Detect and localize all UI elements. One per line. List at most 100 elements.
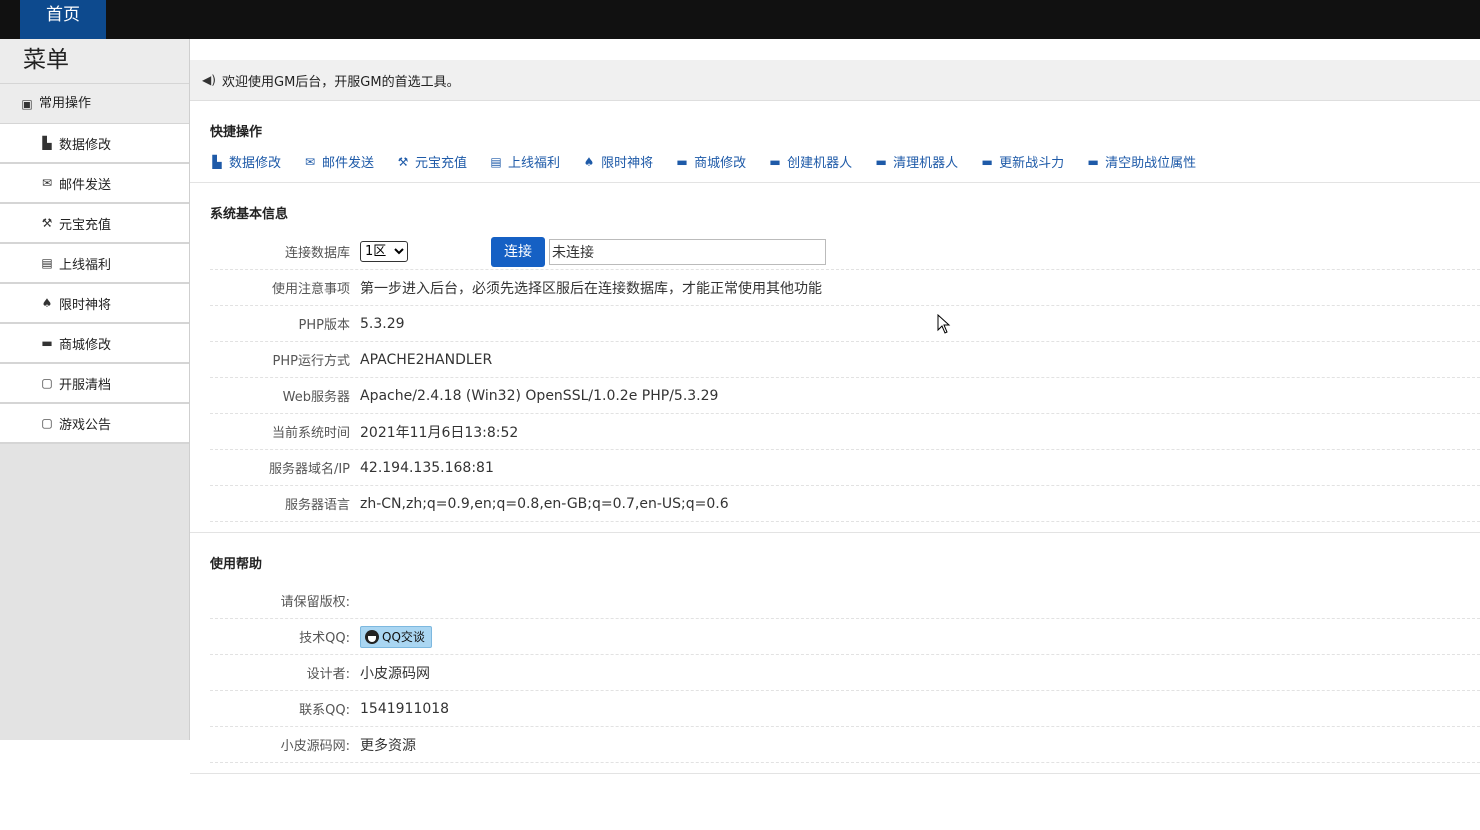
more-resources-link[interactable]: 更多资源 xyxy=(360,735,416,755)
info-value: 42.194.135.168:81 xyxy=(360,459,494,476)
qq-chat-button[interactable]: QQ交谈 xyxy=(360,625,432,648)
db-connect-row: 连接数据库 1区 连接 xyxy=(210,234,1480,270)
chart-icon: ▙ xyxy=(42,136,52,150)
quick-link-limited-general[interactable]: ♠ 限时神将 xyxy=(582,152,654,172)
sidebar-item-label: 元宝充值 xyxy=(59,217,112,233)
zone-select[interactable]: 1区 xyxy=(360,241,408,262)
info-value: Apache/2.4.18 (Win32) OpenSSL/1.0.2e PHP… xyxy=(360,387,719,404)
info-label: 服务器域名/IP xyxy=(268,462,350,477)
divider xyxy=(190,532,1480,533)
quick-actions-bar: ▙ 数据修改 ✉ 邮件发送 ⚒ 元宝充值 ▤ 上线福利 ♠ 限时神将 ▬ 商城修… xyxy=(210,152,1197,172)
folder-icon: ▬ xyxy=(769,154,781,169)
envelope-icon: ✉ xyxy=(304,154,316,169)
welcome-notice: ◀) 欢迎使用GM后台，开服GM的首选工具。 xyxy=(190,60,1480,101)
quick-link-label: 清空助战位属性 xyxy=(1105,156,1197,171)
divider xyxy=(190,182,1480,183)
info-value: zh-CN,zh;q=0.9,en;q=0.8,en-GB;q=0.7,en-U… xyxy=(360,495,729,512)
quick-link-label: 上线福利 xyxy=(508,156,561,171)
info-label: Web服务器 xyxy=(282,390,350,405)
file-icon: ▢ xyxy=(41,416,53,430)
speaker-icon: ◀) xyxy=(202,73,216,87)
help-row-designer: 设计者: 小皮源码网 xyxy=(210,655,1480,691)
help-label: 联系QQ: xyxy=(299,703,350,718)
quick-link-recharge[interactable]: ⚒ 元宝充值 xyxy=(396,152,468,172)
folder-icon: ▬ xyxy=(676,154,688,169)
list-icon: ▤ xyxy=(41,256,53,270)
sidebar-item-label: 商城修改 xyxy=(59,337,112,353)
help-row-contact: 联系QQ: 1541911018 xyxy=(210,691,1480,727)
sidebar-item-online-bonus[interactable]: ▤ 上线福利 xyxy=(0,244,189,284)
menu-group-label: 常用操作 xyxy=(39,95,92,111)
mouse-cursor-icon xyxy=(937,314,951,334)
quick-link-create-robot[interactable]: ▬ 创建机器人 xyxy=(768,152,852,172)
info-label: PHP运行方式 xyxy=(272,354,350,369)
home-tab[interactable]: 首页 xyxy=(20,0,106,39)
sidebar-item-server-wipe[interactable]: ▢ 开服清档 xyxy=(0,364,189,404)
help-label: 技术QQ: xyxy=(299,631,350,646)
folder-icon: ▬ xyxy=(875,154,887,169)
main-content: ◀) 欢迎使用GM后台，开服GM的首选工具。 快捷操作 ▙ 数据修改 ✉ 邮件发… xyxy=(190,39,1480,830)
info-row: Web服务器 Apache/2.4.18 (Win32) OpenSSL/1.0… xyxy=(210,378,1480,414)
quick-link-label: 邮件发送 xyxy=(322,156,375,171)
quick-link-label: 商城修改 xyxy=(694,156,747,171)
contact-qq-value: 1541911018 xyxy=(360,700,450,717)
sidebar-item-data-edit[interactable]: ▙ 数据修改 xyxy=(0,124,189,164)
sidebar-item-mail[interactable]: ✉ 邮件发送 xyxy=(0,164,189,204)
info-value: 2021年11月6日13:8:52 xyxy=(360,424,519,441)
sidebar-item-label: 上线福利 xyxy=(59,257,112,273)
quick-link-label: 数据修改 xyxy=(229,156,282,171)
info-value: APACHE2HANDLER xyxy=(360,351,493,368)
chart-icon: ▙ xyxy=(212,154,222,169)
help-label: 请保留版权: xyxy=(280,595,350,610)
quick-link-online-bonus[interactable]: ▤ 上线福利 xyxy=(489,152,561,172)
info-label: 服务器语言 xyxy=(284,498,350,513)
sidebar-item-label: 游戏公告 xyxy=(59,417,112,433)
notice-text: 欢迎使用GM后台，开服GM的首选工具。 xyxy=(222,74,460,90)
info-row: 服务器域名/IP 42.194.135.168:81 xyxy=(210,450,1480,486)
help-row-site: 小皮源码网: 更多资源 xyxy=(210,727,1480,763)
quick-link-update-power[interactable]: ▬ 更新战斗力 xyxy=(980,152,1065,172)
menu-group-common[interactable]: ▣ 常用操作 xyxy=(0,84,189,124)
qq-chat-label: QQ交谈 xyxy=(382,630,425,644)
connection-status-field[interactable] xyxy=(549,239,826,265)
info-row: PHP版本 5.3.29 xyxy=(210,306,1480,342)
quick-link-label: 限时神将 xyxy=(601,156,654,171)
quick-link-shop-edit[interactable]: ▬ 商城修改 xyxy=(675,152,747,172)
spade-icon: ♠ xyxy=(41,296,53,310)
designer-value: 小皮源码网 xyxy=(360,665,430,682)
quick-link-label: 清理机器人 xyxy=(893,156,959,171)
list-icon: ▤ xyxy=(490,154,502,169)
info-row: PHP运行方式 APACHE2HANDLER xyxy=(210,342,1480,378)
quick-link-mail[interactable]: ✉ 邮件发送 xyxy=(303,152,375,172)
info-label: 当前系统时间 xyxy=(271,426,350,441)
sidebar-item-limited-general[interactable]: ♠ 限时神将 xyxy=(0,284,189,324)
quick-link-label: 更新战斗力 xyxy=(999,156,1065,171)
quick-link-clean-robot[interactable]: ▬ 清理机器人 xyxy=(874,152,959,172)
sidebar-item-announcement[interactable]: ▢ 游戏公告 xyxy=(0,404,189,444)
sidebar-item-shop-edit[interactable]: ▬ 商城修改 xyxy=(0,324,189,364)
menu-title: 菜单 xyxy=(0,39,189,84)
quick-actions-title: 快捷操作 xyxy=(210,125,263,140)
folder-icon: ▬ xyxy=(1087,154,1099,169)
book-icon: ▣ xyxy=(21,96,33,111)
info-label: 使用注意事项 xyxy=(271,282,350,297)
info-value: 第一步进入后台，必须先选择区服后在连接数据库，才能正常使用其他功能 xyxy=(360,280,822,297)
quick-link-label: 元宝充值 xyxy=(415,156,468,171)
help-label: 小皮源码网: xyxy=(280,739,350,754)
sidebar-item-label: 限时神将 xyxy=(59,297,112,313)
info-row: 当前系统时间 2021年11月6日13:8:52 xyxy=(210,414,1480,450)
divider xyxy=(190,773,1480,774)
quick-link-clear-assist[interactable]: ▬ 清空助战位属性 xyxy=(1086,152,1197,172)
db-label: 连接数据库 xyxy=(284,246,350,261)
help-title: 使用帮助 xyxy=(210,557,263,572)
info-row: 服务器语言 zh-CN,zh;q=0.9,en;q=0.8,en-GB;q=0.… xyxy=(210,486,1480,522)
quick-link-data-edit[interactable]: ▙ 数据修改 xyxy=(210,152,282,172)
connect-button[interactable]: 连接 xyxy=(491,237,545,267)
help-label: 设计者: xyxy=(306,667,350,682)
sidebar-item-recharge[interactable]: ⚒ 元宝充值 xyxy=(0,204,189,244)
top-navbar: 首页 xyxy=(0,0,1480,39)
info-label: PHP版本 xyxy=(298,318,350,333)
folder-icon: ▬ xyxy=(981,154,993,169)
help-row-tech-qq: 技术QQ: QQ交谈 xyxy=(210,619,1480,655)
wrench-icon: ⚒ xyxy=(41,216,53,230)
